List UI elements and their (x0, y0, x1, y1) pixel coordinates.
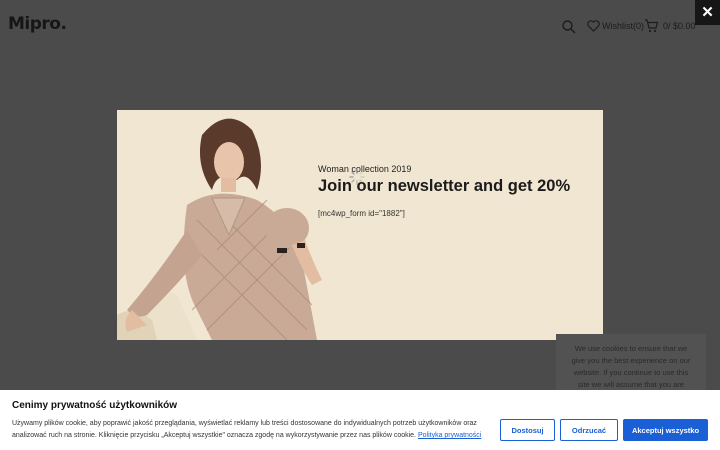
newsletter-popup: Woman collection 2019 Join our newslette… (117, 110, 603, 340)
model-photo (117, 118, 322, 340)
search-icon[interactable] (561, 19, 577, 35)
consent-text: Używamy plików cookie, aby poprawić jako… (12, 420, 482, 439)
wishlist-label: Wishlist(0) (602, 21, 644, 31)
privacy-policy-link[interactable]: Polityka prywatności (418, 432, 481, 439)
loading-spinner-icon (349, 169, 365, 185)
heart-icon (587, 20, 600, 32)
accept-all-button[interactable]: Akceptuj wszystko (623, 419, 708, 441)
reject-button[interactable]: Odrzucać (560, 419, 618, 441)
cart-total: 0/ $0.00 (663, 21, 696, 31)
cart-icon (645, 19, 659, 33)
newsletter-form-shortcode: [mc4wp_form id="1882"] (318, 209, 405, 218)
consent-title: Cenimy prywatność użytkowników (12, 400, 178, 411)
site-header: Mipro. Wishlist(0) 0/ $0.00 (0, 0, 720, 52)
wishlist-link[interactable]: Wishlist(0) (587, 20, 644, 32)
customize-button[interactable]: Dostosuj (500, 419, 555, 441)
popup-close-button[interactable]: ✕ (695, 0, 720, 25)
cart-link[interactable]: 0/ $0.00 (644, 19, 696, 33)
site-logo[interactable]: Mipro. (8, 14, 67, 34)
